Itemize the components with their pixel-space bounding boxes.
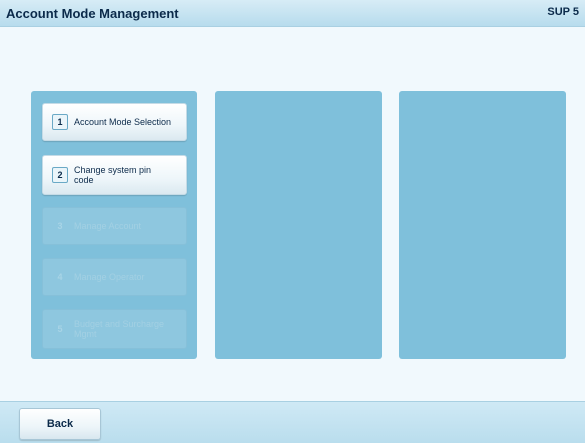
change-system-pin-code-button[interactable]: 2 Change system pin code (42, 155, 187, 195)
item-number-badge: 5 (57, 324, 63, 334)
menu-item-label: Budget and Surcharge Mgmt (74, 319, 165, 339)
title-bar: Account Mode Management SUP 5 (0, 0, 585, 27)
menu-panel: 1 Account Mode Selection 2 Change system… (31, 91, 197, 359)
budget-and-surcharge-button[interactable]: 5 Budget and Surcharge Mgmt (42, 309, 187, 349)
manage-operator-button[interactable]: 4 Manage Operator (42, 258, 187, 296)
item-number-badge: 1 (52, 114, 68, 130)
menu-item-label: Manage Operator (74, 272, 145, 282)
main-content: 1 Account Mode Selection 2 Change system… (0, 27, 585, 401)
menu-item-label: Manage Account (74, 221, 142, 231)
middle-panel (215, 91, 382, 359)
item-number-badge: 4 (57, 272, 63, 282)
account-mode-selection-button[interactable]: 1 Account Mode Selection (42, 103, 187, 141)
manage-account-button[interactable]: 3 Manage Account (42, 207, 187, 245)
right-panel (399, 91, 566, 359)
footer-bar: Back (0, 401, 585, 443)
menu-item-label: Change system pin code (74, 165, 152, 185)
screen-code: SUP 5 (547, 6, 579, 18)
menu-item-label: Account Mode Selection (74, 117, 172, 127)
page-title: Account Mode Management (6, 6, 179, 21)
back-button[interactable]: Back (19, 408, 101, 440)
item-number-badge: 3 (57, 221, 63, 231)
item-number-badge: 2 (52, 167, 68, 183)
